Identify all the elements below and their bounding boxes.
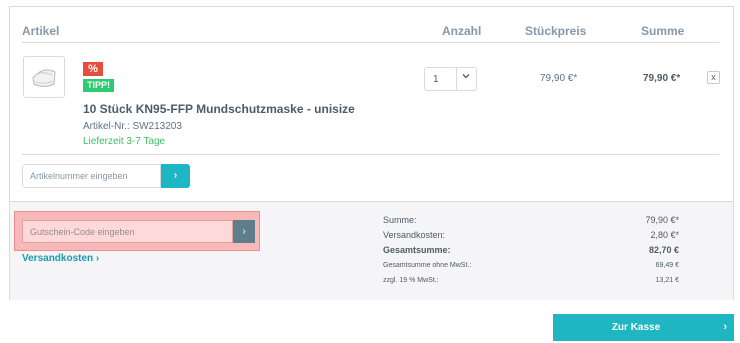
article-number-input[interactable]: Artikelnummer eingeben [22, 164, 161, 188]
row-divider [22, 154, 719, 155]
summary-label-net: Gesamtsumme ohne MwSt.: [383, 262, 472, 269]
quantity-value: 1 [433, 74, 439, 85]
coupon-submit-button[interactable]: › [233, 220, 255, 243]
column-header-article: Artikel [22, 24, 60, 38]
quantity-divider [456, 68, 457, 90]
summary-value-total: 82,70 € [648, 245, 679, 255]
column-header-unit-price: Stückpreis [525, 24, 587, 38]
shipping-costs-link[interactable]: Versandkosten › [22, 253, 99, 264]
summary-value-shipping: 2,80 €* [650, 230, 679, 240]
chevron-down-icon [462, 72, 470, 82]
line-total: 79,90 €* [643, 73, 681, 84]
summary-label-total: Gesamtsumme: [383, 245, 451, 255]
column-header-sum: Summe [641, 24, 685, 38]
column-header-quantity: Anzahl [442, 24, 482, 38]
coupon-code-input[interactable]: Gutschein-Code eingeben [22, 220, 233, 243]
mask-image-icon [32, 69, 56, 87]
summary-value-sum: 79,90 €* [645, 215, 679, 225]
add-article-button[interactable]: › [161, 164, 190, 188]
tip-badge: TIPP! [83, 79, 114, 92]
remove-item-button[interactable]: x [707, 71, 720, 84]
summary-value-net: 69,49 € [655, 262, 679, 269]
product-name-link[interactable]: 10 Stück KN95-FFP Mundschutzmaske - unis… [83, 102, 355, 116]
checkout-button[interactable]: Zur Kasse › [553, 314, 734, 341]
delivery-time: Lieferzeit 3-7 Tage [83, 136, 166, 147]
quantity-select[interactable]: 1 [424, 67, 477, 91]
product-thumbnail[interactable] [23, 56, 65, 98]
summary-label-sum: Summe: [383, 215, 417, 225]
summary-label-shipping: Versandkosten: [383, 230, 446, 240]
header-divider [22, 42, 719, 43]
unit-price: 79,90 €* [540, 73, 578, 84]
checkout-label: Zur Kasse [611, 322, 661, 333]
summary-value-vat: 13,21 € [655, 277, 679, 284]
summary-label-vat: zzgl. 19 % MwSt.: [383, 277, 439, 284]
product-article-number: Artikel-Nr.: SW213203 [83, 121, 182, 132]
chevron-right-icon: › [723, 321, 727, 333]
discount-badge: % [83, 62, 103, 76]
